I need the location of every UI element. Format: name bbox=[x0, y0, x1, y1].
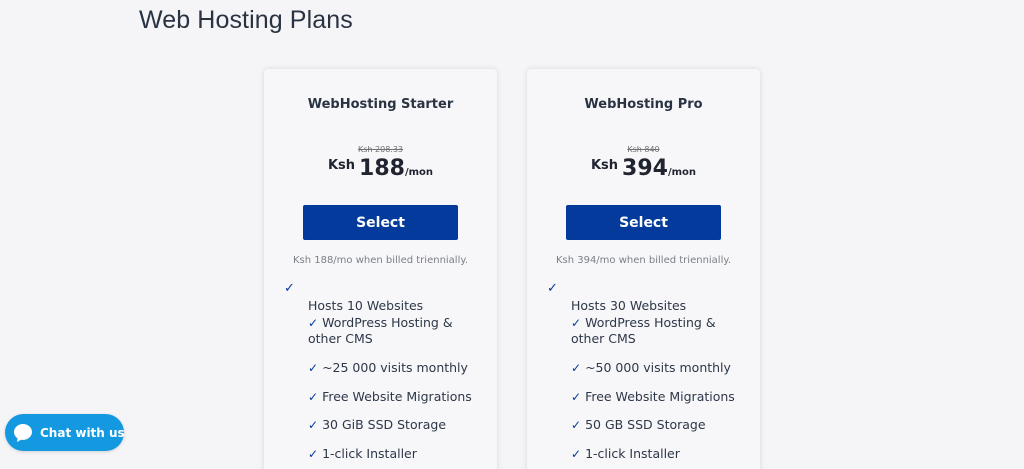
feature-list: Hosts 30 Websites ✓ WordPress Hosting & o… bbox=[571, 298, 751, 469]
checkmark-icon: ✓ bbox=[571, 389, 582, 404]
feature-item: ✓ ~50 000 visits monthly bbox=[571, 360, 751, 389]
feature-text: 50 GB SSD Storage bbox=[585, 417, 706, 432]
billing-note: Ksh 394/mo when billed triennially. bbox=[555, 255, 732, 266]
checkmark-icon: ✓ bbox=[308, 316, 319, 330]
feature-item: ✓ WordPress Hosting & other CMS bbox=[308, 315, 488, 360]
feature-item: Hosts 30 Websites bbox=[571, 298, 751, 315]
checkmark-icon: ✓ bbox=[308, 389, 319, 404]
feature-text: WordPress Hosting & other CMS bbox=[308, 315, 453, 346]
feature-text: Hosts 10 Websites bbox=[308, 298, 424, 313]
old-price: Ksh 840 bbox=[627, 145, 660, 154]
checkmark-icon: ✓ bbox=[284, 281, 295, 296]
checkmark-icon: ✓ bbox=[571, 446, 582, 461]
feature-text: Free Website Migrations bbox=[585, 388, 735, 404]
chat-label: Chat with us bbox=[40, 425, 125, 440]
feature-item: ✓ 30 GiB SSD Storage bbox=[308, 417, 488, 446]
feature-item: ✓ 50 GB SSD Storage bbox=[571, 417, 751, 446]
checkmark-icon: ✓ bbox=[547, 281, 558, 296]
billing-note: Ksh 188/mo when billed triennially. bbox=[292, 255, 469, 266]
plan-name: WebHosting Pro bbox=[584, 97, 703, 112]
feature-item: ✓ Free Website Migrations bbox=[571, 389, 751, 418]
select-button-pro[interactable]: Select bbox=[566, 205, 721, 240]
feature-item: ✓ WordPress Hosting & other CMS bbox=[571, 315, 751, 360]
chat-bubble-icon bbox=[12, 422, 34, 444]
price-period: /mon bbox=[404, 167, 434, 178]
page-title: Web Hosting Plans bbox=[139, 6, 353, 34]
feature-item: ✓ 1-click Installer bbox=[571, 446, 751, 469]
feature-text: Hosts 30 Websites bbox=[571, 298, 687, 313]
checkmark-icon: ✓ bbox=[571, 361, 582, 375]
checkmark-icon: ✓ bbox=[308, 446, 319, 461]
checkmark-icon: ✓ bbox=[308, 361, 319, 375]
old-price: Ksh 208.33 bbox=[357, 145, 404, 154]
feature-item: ✓ 1-click Installer bbox=[308, 446, 488, 469]
feature-text: Free Website Migrations bbox=[322, 388, 472, 404]
plan-card-starter: WebHosting Starter Ksh 208.33 Ksh 188/mon… bbox=[264, 69, 497, 469]
price-amount: 188 bbox=[359, 156, 405, 181]
checkmark-icon: ✓ bbox=[308, 418, 319, 432]
feature-item: ✓ Free Website Migrations bbox=[308, 389, 488, 418]
feature-text: ~50 000 visits monthly bbox=[585, 360, 731, 375]
select-button-starter[interactable]: Select bbox=[303, 205, 458, 240]
price: Ksh 394/mon bbox=[527, 156, 760, 181]
price: Ksh 188/mon bbox=[264, 156, 497, 181]
page: Web Hosting Plans WebHosting Starter Ksh… bbox=[0, 0, 1024, 469]
feature-text: 1-click Installer bbox=[322, 445, 417, 461]
plan-name: WebHosting Starter bbox=[307, 97, 454, 112]
feature-text: 1-click Installer bbox=[585, 445, 680, 461]
feature-text: ~25 000 visits monthly bbox=[322, 360, 468, 375]
feature-text: 30 GiB SSD Storage bbox=[322, 417, 447, 432]
feature-item: Hosts 10 Websites bbox=[308, 298, 488, 315]
feature-text: WordPress Hosting & other CMS bbox=[571, 315, 716, 346]
feature-list: Hosts 10 Websites ✓ WordPress Hosting & o… bbox=[308, 298, 488, 469]
price-currency: Ksh bbox=[327, 158, 356, 173]
plan-card-pro: WebHosting Pro Ksh 840 Ksh 394/mon Select… bbox=[527, 69, 760, 469]
price-currency: Ksh bbox=[590, 158, 619, 173]
price-amount: 394 bbox=[622, 156, 668, 181]
chat-with-us-button[interactable]: Chat with us bbox=[5, 414, 125, 451]
price-period: /mon bbox=[667, 167, 697, 178]
feature-item: ✓ ~25 000 visits monthly bbox=[308, 360, 488, 389]
checkmark-icon: ✓ bbox=[571, 316, 582, 330]
checkmark-icon: ✓ bbox=[571, 418, 582, 432]
